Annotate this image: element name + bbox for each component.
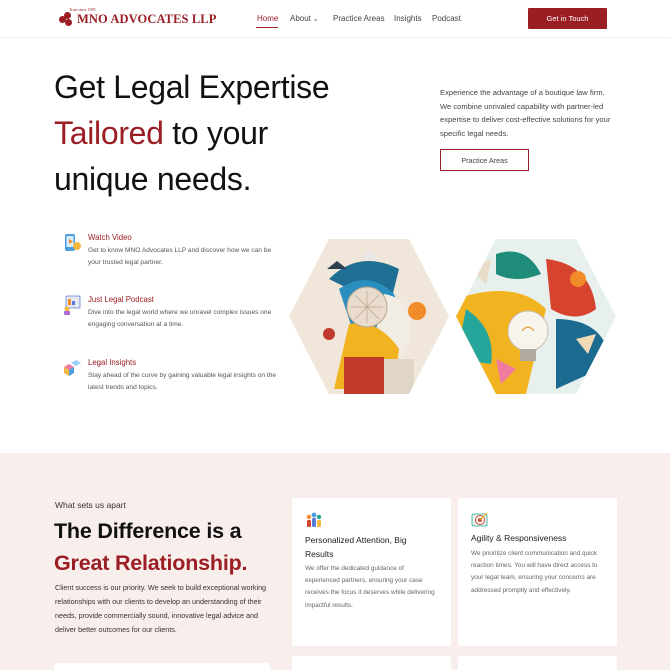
hero-title-line1: Get Legal Expertise [54, 69, 330, 105]
card-description: We offer the dedicated guidance of exper… [305, 565, 435, 609]
hero-title-line2: to your [163, 115, 268, 151]
hex-illustration-lightbulb [456, 239, 616, 394]
nav-active-indicator [256, 27, 278, 28]
logo[interactable]: Trust since 1999 MNO ADVOCATES LLP [59, 7, 217, 28]
section-title: The Difference is a Great Relationship. [54, 515, 294, 579]
section-eyebrow: What sets us apart [55, 500, 126, 510]
site-header: Trust since 1999 MNO ADVOCATES LLP Home … [0, 0, 670, 38]
video-phone-icon [65, 234, 81, 251]
feature-description: Get to know MNO Advocates LLP and discov… [88, 247, 272, 266]
nav-home[interactable]: Home [257, 14, 278, 23]
get-in-touch-button[interactable]: Get in Touch [528, 8, 607, 29]
logo-mark-icon [59, 11, 75, 27]
nav-about-label: About [290, 14, 311, 23]
hero-title-accent: Tailored [54, 115, 164, 151]
section-title-accent: Great Relationship. [54, 551, 248, 575]
nav-podcast[interactable]: Podcast [432, 14, 461, 23]
card-partial [54, 663, 270, 670]
card-partial [292, 656, 451, 670]
logo-tagline: Trust since 1999 [69, 7, 96, 12]
card-personalized-attention: Personalized Attention, Big Results We o… [292, 498, 451, 646]
feature-description: Dive into the legal world where we unrav… [88, 309, 272, 328]
card-partial [458, 656, 617, 670]
podcast-icon [64, 295, 81, 315]
section-title-line1: The Difference is a [54, 519, 242, 543]
nav-about[interactable]: About ⌄ [290, 14, 319, 23]
card-description: We prioritize client communication and q… [471, 550, 598, 594]
section-description: Client success is our priority. We seek … [55, 583, 267, 634]
hero-description: Experience the advantage of a boutique l… [440, 88, 611, 138]
feature-title: Just Legal Podcast [88, 295, 154, 304]
card-agility-responsiveness: Agility & Responsiveness We prioritize c… [458, 498, 617, 646]
chevron-down-icon: ⌄ [312, 16, 319, 23]
feature-description: Stay ahead of the curve by gaining valua… [88, 372, 277, 391]
nav-practice-areas[interactable]: Practice Areas [333, 14, 385, 23]
nav-insights[interactable]: Insights [394, 14, 422, 23]
card-title: Personalized Attention, Big Results [305, 535, 407, 559]
hero-title: Get Legal Expertise Tailored to your uni… [54, 64, 414, 202]
hero-title-line3: unique needs. [54, 161, 252, 197]
feature-title: Watch Video [88, 233, 132, 242]
feature-title: Legal Insights [88, 358, 137, 367]
logo-text: MNO ADVOCATES LLP [77, 11, 217, 26]
team-icon [306, 512, 322, 527]
target-icon [471, 512, 488, 527]
hex-illustration-head [289, 239, 449, 394]
practice-areas-button[interactable]: Practice Areas [440, 149, 529, 171]
insights-cubes-icon [64, 360, 81, 376]
card-title: Agility & Responsiveness [471, 533, 567, 543]
